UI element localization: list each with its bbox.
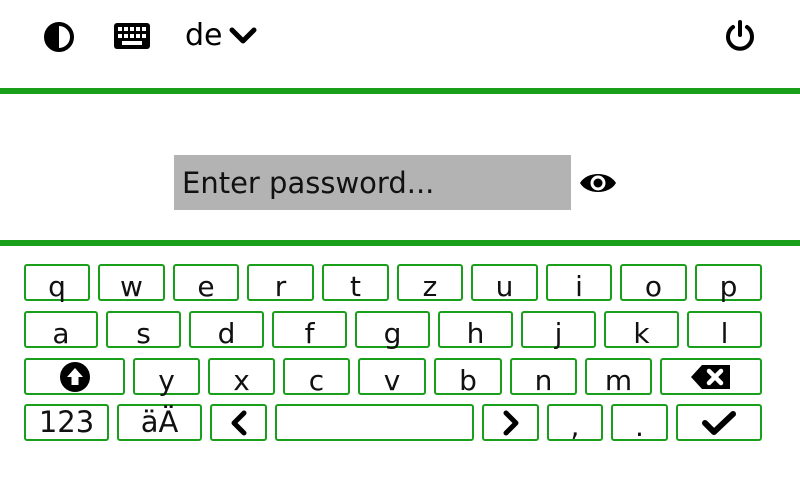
key-m[interactable]: m [585,358,652,395]
eye-icon[interactable] [579,166,617,200]
key-f[interactable]: f [272,311,347,348]
key-z[interactable]: z [397,264,463,301]
backspace-key[interactable] [660,358,762,395]
top-divider [0,88,800,94]
key-p[interactable]: p [695,264,762,301]
key-x[interactable]: x [208,358,275,395]
key-o[interactable]: o [620,264,687,301]
language-selector[interactable]: de [185,14,257,58]
period-key[interactable]: . [611,404,668,441]
key-w[interactable]: w [98,264,165,301]
key-a[interactable]: a [24,311,98,348]
key-q[interactable]: q [24,264,90,301]
cursor-right-key[interactable] [482,404,539,441]
numbers-key[interactable]: 123 [24,404,109,441]
key-r[interactable]: r [247,264,314,301]
key-h[interactable]: h [438,311,513,348]
key-i[interactable]: i [546,264,612,301]
cursor-left-key[interactable] [210,404,267,441]
keyboard-icon[interactable] [113,22,151,50]
password-input[interactable] [174,155,571,210]
key-y[interactable]: y [133,358,200,395]
top-bar: de [0,0,800,88]
key-e[interactable]: e [173,264,239,301]
chevron-right-icon [501,410,521,436]
shift-icon [59,361,90,392]
checkmark-icon [702,410,736,436]
space-key[interactable] [275,404,474,441]
umlaut-key[interactable]: äÄ [117,404,202,441]
power-icon[interactable] [722,18,758,54]
key-s[interactable]: s [106,311,181,348]
key-l[interactable]: l [687,311,762,348]
key-v[interactable]: v [358,358,426,395]
key-b[interactable]: b [434,358,502,395]
key-g[interactable]: g [355,311,430,348]
key-k[interactable]: k [604,311,679,348]
chevron-down-icon [229,26,257,46]
shift-key[interactable] [24,358,125,395]
confirm-key[interactable] [676,404,762,441]
keyboard-divider [0,240,800,246]
key-j[interactable]: j [521,311,596,348]
key-t[interactable]: t [322,264,389,301]
contrast-icon[interactable] [42,20,76,54]
backspace-icon [690,364,732,390]
chevron-left-icon [229,410,249,436]
language-label: de [185,18,223,53]
key-c[interactable]: c [283,358,350,395]
key-u[interactable]: u [471,264,538,301]
key-d[interactable]: d [189,311,264,348]
key-n[interactable]: n [510,358,577,395]
comma-key[interactable]: , [547,404,603,441]
